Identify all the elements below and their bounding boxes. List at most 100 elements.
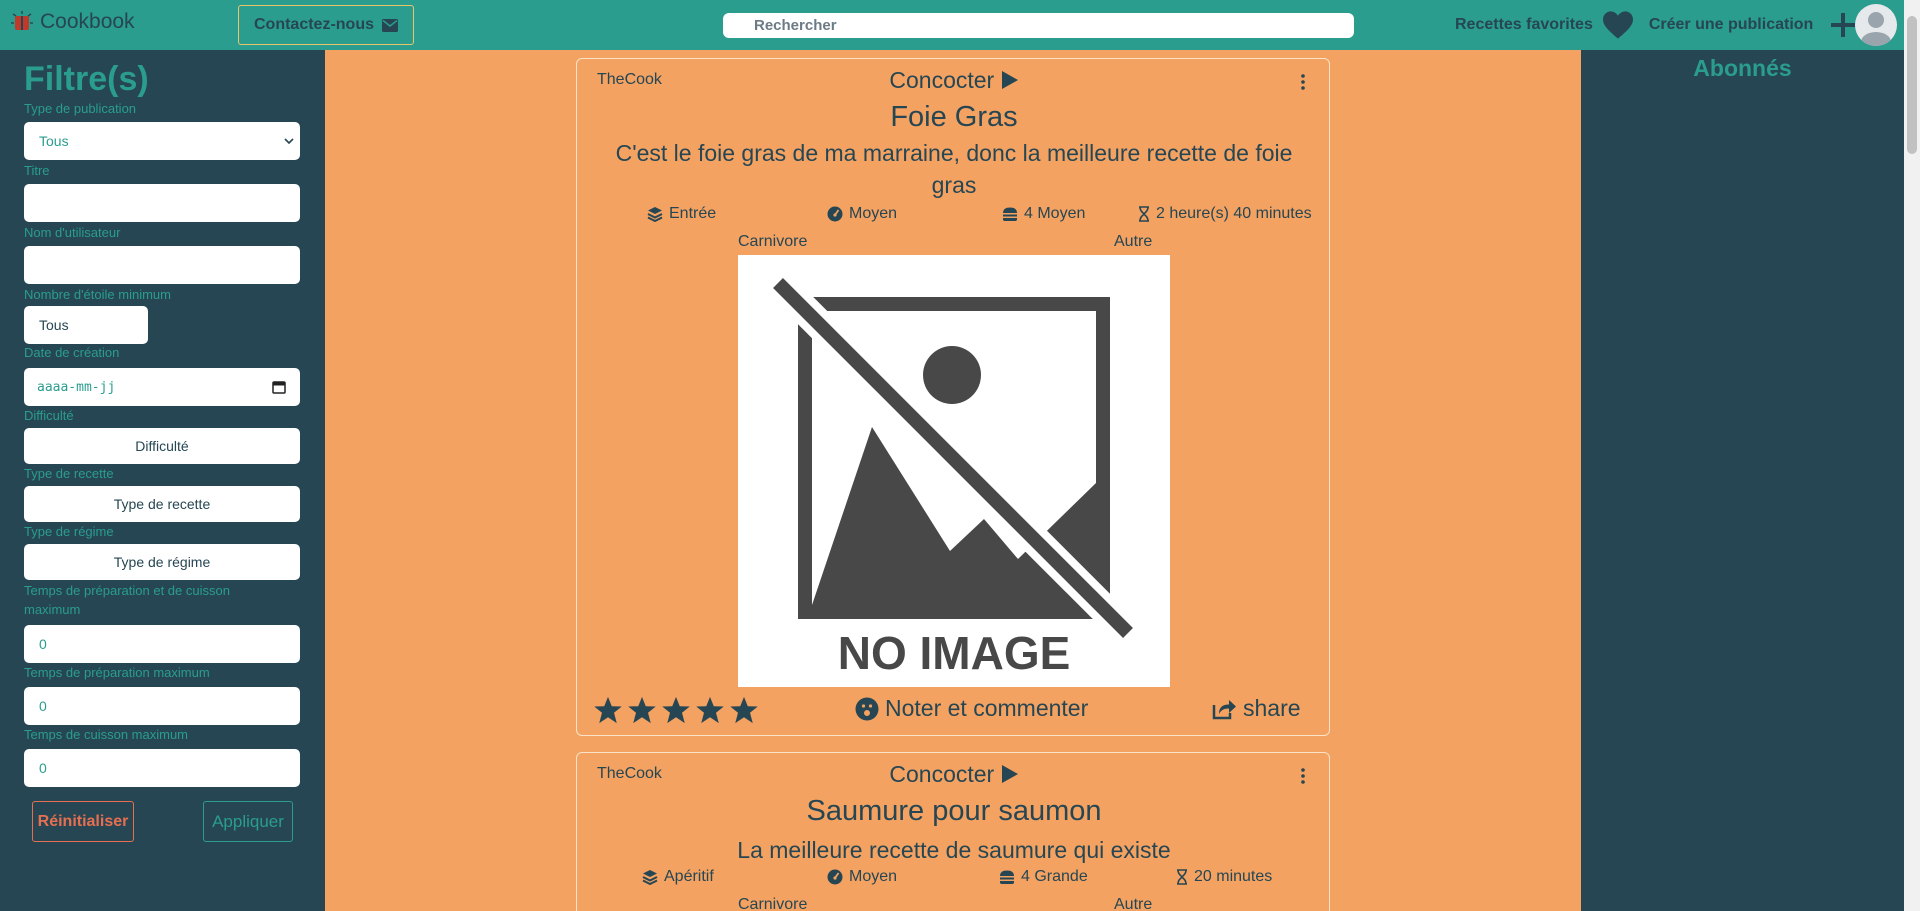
share-label: share <box>1243 695 1301 721</box>
recipe-difficulty: Moyen <box>827 868 897 886</box>
gauge-icon <box>827 206 843 222</box>
layers-icon <box>647 207 663 222</box>
more-options-icon[interactable] <box>1301 74 1305 90</box>
play-icon <box>1001 71 1018 89</box>
user-icon <box>1861 12 1891 46</box>
username-label: Nom d'utilisateur <box>24 225 121 240</box>
diet-type-button[interactable]: Type de régime <box>24 544 300 580</box>
prep-time-input[interactable]: 0 <box>24 687 300 725</box>
recipe-type: Entrée <box>647 205 716 223</box>
diet-tag: Carnivore <box>738 233 808 250</box>
prep-time-value: 0 <box>39 698 47 714</box>
recipe-portions-value: 4 Grande <box>1021 868 1088 885</box>
min-stars-select[interactable]: Tous <box>24 306 148 344</box>
recipe-title: Saumure pour saumon <box>806 795 1102 827</box>
concocter-label: Concocter <box>889 67 995 93</box>
concocter-button[interactable]: Concocter <box>577 761 1331 788</box>
publication-type-select[interactable]: Tous <box>24 122 300 160</box>
recipe-duration-value: 2 heure(s) 40 minutes <box>1156 205 1312 222</box>
recipe-duration: 20 minutes <box>1176 868 1272 886</box>
plus-icon <box>1831 13 1856 37</box>
star-icon[interactable] <box>661 695 691 725</box>
title-input[interactable] <box>24 184 300 222</box>
recipe-duration: 2 heure(s) 40 minutes <box>1138 205 1312 223</box>
page-scrollbar[interactable] <box>1904 0 1920 911</box>
hourglass-icon <box>1177 869 1187 885</box>
more-options-icon[interactable] <box>1301 768 1305 784</box>
chevron-down-icon <box>284 138 294 145</box>
min-stars-label: Nombre d'étoile minimum <box>24 287 171 302</box>
scrollbar-thumb[interactable] <box>1907 16 1917 154</box>
difficulty-label: Difficulté <box>24 408 74 423</box>
surprised-face-icon <box>855 697 879 720</box>
star-icon[interactable] <box>695 695 725 725</box>
recipe-portions-value: 4 Moyen <box>1024 205 1086 222</box>
creation-date-placeholder: aaaa-mm-jj <box>37 379 116 395</box>
diet-type-label: Type de régime <box>24 524 114 539</box>
create-post-link[interactable]: Créer une publication <box>1649 11 1857 39</box>
subscribers-title: Abonnés <box>1693 55 1792 81</box>
recipe-difficulty: Moyen <box>827 205 897 223</box>
rate-comment-button[interactable]: Noter et commenter <box>855 695 1088 722</box>
prep-cook-time-value: 0 <box>39 636 47 652</box>
top-navbar: Cookbook Contactez-nous Rechercher Recet… <box>0 0 1920 50</box>
category-tag: Autre <box>1114 896 1153 911</box>
filters-title: Filtre(s) <box>24 60 149 98</box>
prep-cook-time-input[interactable]: 0 <box>24 625 300 663</box>
title-label: Titre <box>24 163 50 178</box>
concocter-button[interactable]: Concocter <box>577 67 1331 94</box>
recipe-type-button[interactable]: Type de recette <box>24 486 300 522</box>
username-input[interactable] <box>24 246 300 284</box>
apply-button[interactable]: Appliquer <box>203 801 293 842</box>
no-image-icon: NO IMAGE <box>767 272 1139 679</box>
cook-time-input[interactable]: 0 <box>24 749 300 787</box>
recipe-description: C'est le foie gras de ma marraine, donc … <box>615 140 1293 198</box>
favorites-label: Recettes favorites <box>1455 16 1593 33</box>
search-input[interactable]: Rechercher <box>723 13 1354 38</box>
recipe-type-value: Apéritif <box>664 868 714 885</box>
prep-cook-time-label: Temps de préparation et de cuisson maxim… <box>24 583 230 617</box>
user-avatar[interactable] <box>1855 4 1897 46</box>
concocter-label: Concocter <box>889 761 995 787</box>
creation-date-input[interactable]: aaaa-mm-jj <box>24 368 300 406</box>
recipe-title: Foie Gras <box>890 101 1018 133</box>
contact-button[interactable]: Contactez-nous <box>238 5 414 45</box>
star-icon[interactable] <box>729 695 759 725</box>
recipe-portions: 4 Grande <box>999 868 1088 886</box>
reset-button[interactable]: Réinitialiser <box>32 801 134 842</box>
publication-type-label: Type de publication <box>24 101 137 116</box>
hourglass-icon <box>1139 206 1149 222</box>
no-image-label: NO IMAGE <box>838 627 1071 679</box>
contact-label: Contactez-nous <box>254 16 374 33</box>
burger-icon <box>1000 870 1014 884</box>
gauge-icon <box>827 869 843 885</box>
brand-link[interactable]: Cookbook <box>10 10 135 34</box>
heart-icon <box>1602 11 1633 39</box>
cook-time-value: 0 <box>39 760 47 776</box>
recipe-type: Apéritif <box>642 868 714 886</box>
recipe-difficulty-value: Moyen <box>849 205 898 222</box>
star-icon[interactable] <box>593 695 623 725</box>
recipe-type-button-label: Type de recette <box>113 496 211 512</box>
burger-icon <box>1003 207 1017 221</box>
difficulty-button[interactable]: Difficulté <box>24 428 300 464</box>
creation-date-label: Date de création <box>24 345 120 360</box>
share-button[interactable]: share <box>1211 695 1301 722</box>
brand-name: Cookbook <box>40 10 135 33</box>
publication-type-value: Tous <box>39 133 69 149</box>
search-placeholder: Rechercher <box>754 17 837 34</box>
post-card: TheCook Concocter Foie Gras C'est le foi… <box>576 58 1330 736</box>
recipe-portions: 4 Moyen <box>1002 205 1085 223</box>
star-icon[interactable] <box>627 695 657 725</box>
rate-comment-label: Noter et commenter <box>885 695 1089 721</box>
diet-type-button-label: Type de régime <box>113 554 211 570</box>
nav-actions: Recettes favorites Créer une publication <box>1455 6 1857 44</box>
favorites-link[interactable]: Recettes favorites <box>1455 10 1635 40</box>
play-icon <box>1001 765 1018 783</box>
calendar-icon[interactable] <box>272 380 286 394</box>
layers-icon <box>642 870 658 885</box>
recipe-duration-value: 20 minutes <box>1194 868 1273 885</box>
share-icon <box>1212 699 1236 719</box>
recipe-type-label: Type de recette <box>24 466 114 481</box>
create-label: Créer une publication <box>1648 16 1814 33</box>
